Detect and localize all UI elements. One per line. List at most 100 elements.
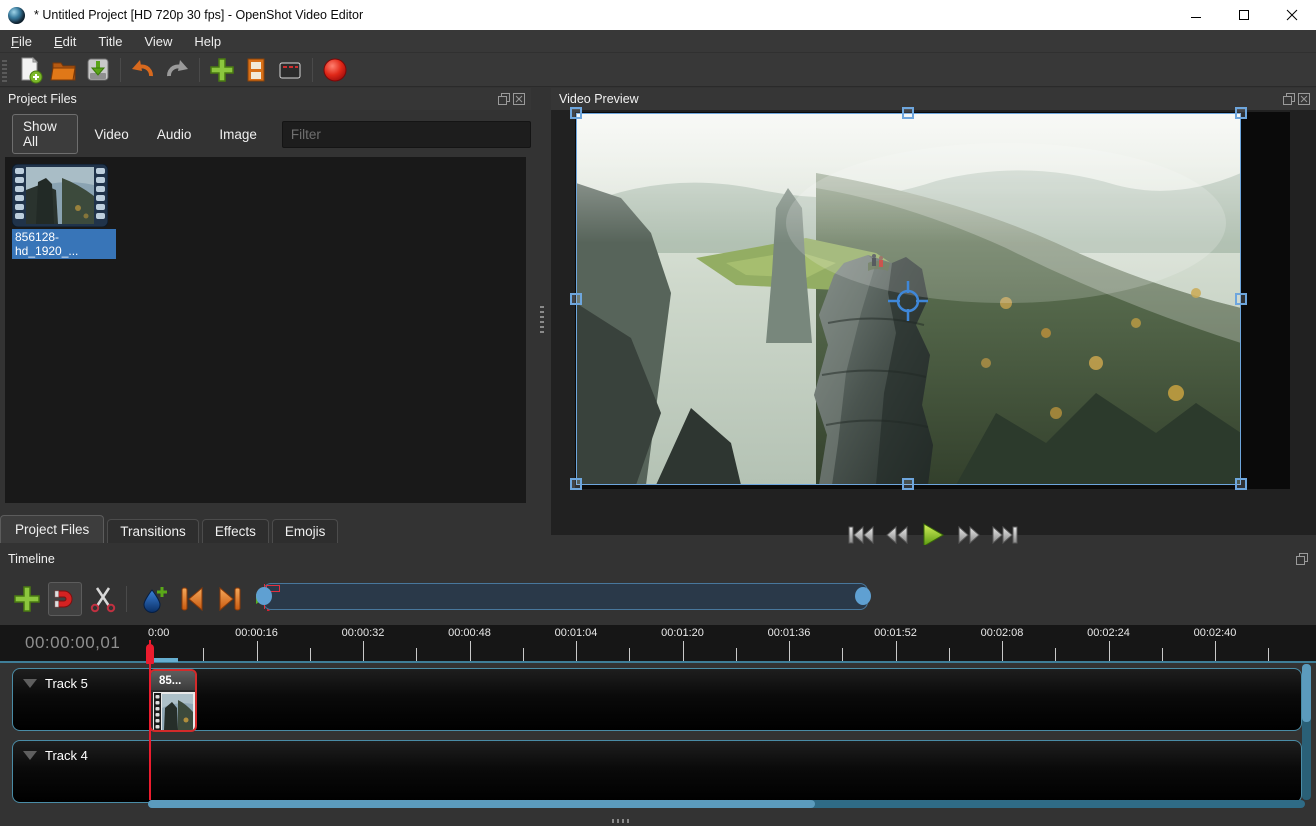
ruler-label: 00:01:52 (874, 627, 917, 639)
import-files-button[interactable] (206, 54, 238, 86)
video-preview-panel: Video Preview (551, 88, 1316, 545)
menu-bar: FileEditTitleViewHelp (0, 30, 1316, 53)
menu-view[interactable]: View (133, 30, 183, 53)
ruler-tick-minor (203, 648, 204, 661)
previous-marker-button[interactable] (175, 582, 209, 616)
close-button[interactable] (1268, 0, 1316, 30)
chevron-down-icon[interactable] (23, 751, 37, 760)
filter-tab-image[interactable]: Image (208, 122, 268, 147)
timeline-toolbar (0, 575, 1316, 623)
window-title: * Untitled Project [HD 720p 30 fps] - Op… (34, 8, 363, 22)
filter-tab-show-all[interactable]: Show All (12, 114, 78, 154)
close-panel-icon[interactable] (513, 93, 525, 105)
filter-input[interactable] (282, 121, 531, 148)
menu-file[interactable]: File (0, 30, 43, 53)
dock-resize-grip-icon[interactable] (612, 819, 630, 823)
transform-handle-mid-left[interactable] (570, 293, 582, 305)
maximize-button[interactable] (1220, 0, 1268, 30)
transform-handle-top-right[interactable] (1235, 107, 1247, 119)
tab-emojis[interactable]: Emojis (272, 519, 339, 543)
fullscreen-button[interactable] (274, 54, 306, 86)
horizontal-scroll-thumb[interactable] (148, 800, 815, 808)
open-project-button[interactable] (48, 54, 80, 86)
tab-project-files[interactable]: Project Files (0, 515, 104, 543)
track-name: Track 4 (45, 748, 88, 763)
menu-help[interactable]: Help (183, 30, 232, 53)
panel-splitter[interactable] (531, 88, 551, 545)
undo-button[interactable] (127, 54, 159, 86)
preview-video-frame[interactable] (576, 113, 1241, 485)
close-panel-icon[interactable] (1298, 93, 1310, 105)
transform-handle-mid-right[interactable] (1235, 293, 1247, 305)
timeline-zoom-slider[interactable] (263, 583, 868, 610)
ruler-label: 0:00 (148, 627, 169, 639)
ruler-tick-major (257, 641, 258, 661)
project-files-grid[interactable]: 856128-hd_1920_... (5, 157, 526, 503)
ruler-tick-major (789, 641, 790, 661)
dock-tab-bar: Project Files Transitions Effects Emojis (0, 513, 531, 543)
transform-handle-top-left[interactable] (570, 107, 582, 119)
video-preview-header: Video Preview (551, 88, 1316, 110)
toolbar-grip[interactable] (2, 58, 7, 82)
ruler-tick-minor (523, 648, 524, 661)
project-files-title: Project Files (8, 92, 77, 106)
float-panel-icon[interactable] (1296, 553, 1308, 565)
menu-edit[interactable]: Edit (43, 30, 87, 53)
track-row-5[interactable]: Track 5 85... (12, 668, 1302, 731)
chevron-down-icon[interactable] (23, 679, 37, 688)
tab-transitions[interactable]: Transitions (107, 519, 199, 543)
track-name: Track 5 (45, 676, 88, 691)
snap-toggle-button[interactable] (48, 582, 82, 616)
redo-button[interactable] (161, 54, 193, 86)
next-marker-button[interactable] (213, 582, 247, 616)
add-marker-button[interactable] (137, 582, 171, 616)
playhead-marker[interactable] (146, 644, 154, 664)
transform-origin-icon[interactable] (880, 273, 936, 329)
title-bar: * Untitled Project [HD 720p 30 fps] - Op… (0, 0, 1316, 30)
float-panel-icon[interactable] (498, 93, 510, 105)
transform-handle-bottom-left[interactable] (570, 478, 582, 490)
ruler-label: 00:01:04 (555, 627, 598, 639)
zoom-slider-right-handle[interactable] (855, 587, 871, 605)
zoom-slider-left-handle[interactable] (256, 587, 272, 605)
timeline-clip[interactable]: 85... (149, 669, 197, 732)
razor-button[interactable] (86, 582, 120, 616)
ruler-label: 00:02:40 (1194, 627, 1237, 639)
ruler-tick-minor (416, 648, 417, 661)
timeline-title: Timeline (8, 552, 55, 566)
media-filter-row: Show All Video Audio Image (0, 120, 531, 148)
filter-tab-video[interactable]: Video (84, 122, 140, 147)
ruler-tick-major (1215, 641, 1216, 661)
ruler-label: 00:02:24 (1087, 627, 1130, 639)
toolbar-separator (126, 586, 127, 612)
playhead-line[interactable] (149, 640, 151, 800)
project-files-panel: Project Files Show All Video Audio Image (0, 88, 531, 545)
filter-tab-audio[interactable]: Audio (146, 122, 203, 147)
transform-handle-bottom-center[interactable] (902, 478, 914, 490)
float-panel-icon[interactable] (1283, 93, 1295, 105)
transform-handle-top-center[interactable] (902, 107, 914, 119)
save-project-button[interactable] (82, 54, 114, 86)
clip-thumbnail (153, 692, 195, 732)
add-track-button[interactable] (10, 582, 44, 616)
timeline-vertical-scrollbar[interactable] (1302, 664, 1311, 800)
ruler-label: 00:00:32 (342, 627, 385, 639)
export-video-button[interactable] (319, 54, 351, 86)
minimize-button[interactable] (1172, 0, 1220, 30)
timeline-ruler[interactable]: 00:00:00,01 0:0000:00:1600:00:3200:00:48… (0, 625, 1316, 663)
timeline-tracks-area[interactable]: Track 5 85... (0, 663, 1316, 800)
ruler-label: 00:00:16 (235, 627, 278, 639)
transform-handle-bottom-right[interactable] (1235, 478, 1247, 490)
ruler-tick-major (683, 641, 684, 661)
track-row-4[interactable]: Track 4 (12, 740, 1302, 803)
tab-effects[interactable]: Effects (202, 519, 269, 543)
menu-title[interactable]: Title (87, 30, 133, 53)
timeline-horizontal-scrollbar[interactable] (148, 800, 1305, 808)
file-name[interactable]: 856128-hd_1920_... (12, 229, 116, 259)
ruler-tick-minor (736, 648, 737, 661)
vertical-scroll-thumb[interactable] (1302, 664, 1311, 722)
file-item[interactable]: 856128-hd_1920_... (12, 164, 116, 260)
choose-profile-button[interactable] (240, 54, 272, 86)
new-project-button[interactable] (14, 54, 46, 86)
ruler-tick-minor (629, 648, 630, 661)
